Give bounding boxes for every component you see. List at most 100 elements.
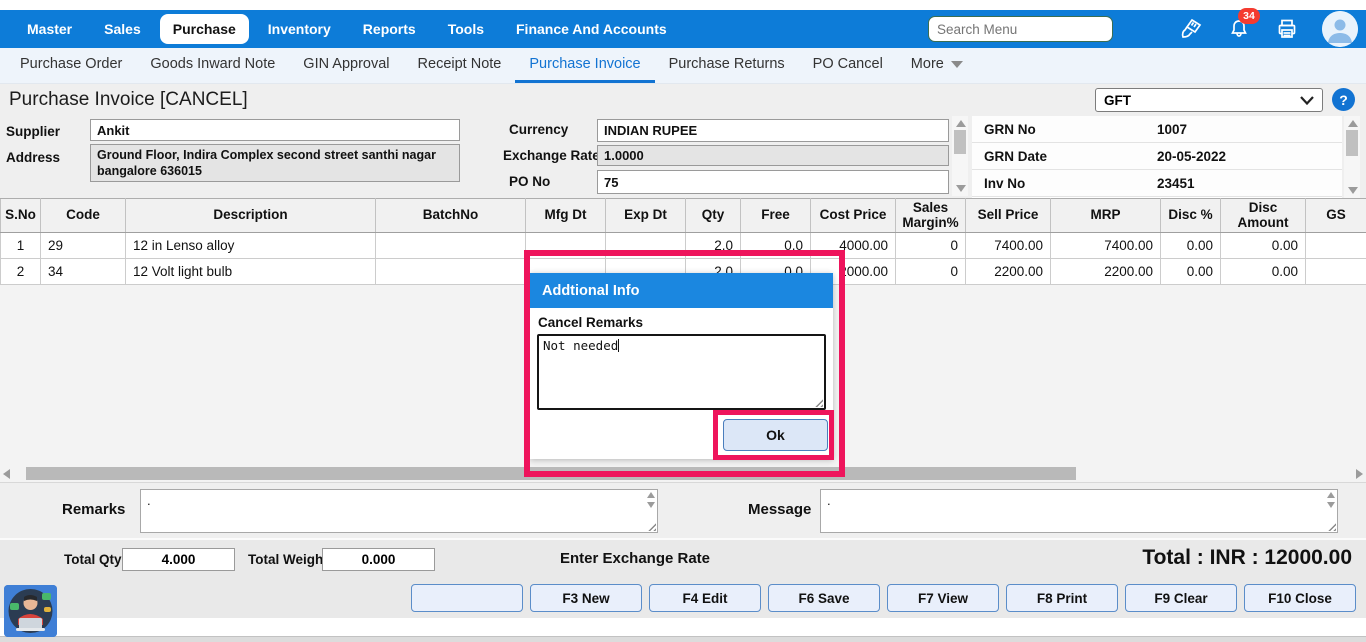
person-icon — [1322, 11, 1358, 47]
col-qty[interactable]: Qty — [686, 199, 741, 233]
cancel-remarks-textarea[interactable]: Not needed — [537, 334, 826, 410]
notifications-button[interactable]: 34 — [1226, 16, 1252, 42]
col-code[interactable]: Code — [41, 199, 126, 233]
subnav-more[interactable]: More — [897, 48, 977, 83]
subnav-purchase-order[interactable]: Purchase Order — [6, 48, 136, 83]
nav-finance-and-accounts[interactable]: Finance And Accounts — [503, 14, 680, 44]
cell-code: 34 — [41, 259, 126, 285]
scroll-down-arrow-icon[interactable] — [956, 185, 966, 192]
currency-label: Currency — [509, 122, 568, 137]
cell-disc-pct: 0.00 — [1161, 259, 1221, 285]
col-free[interactable]: Free — [741, 199, 811, 233]
cell-code: 29 — [41, 233, 126, 259]
scroll-up-arrow-icon[interactable] — [647, 492, 655, 498]
print-button[interactable] — [1274, 16, 1300, 42]
scrollbar-thumb[interactable] — [954, 130, 966, 154]
cell-batchno — [376, 233, 526, 259]
exchange-rate-label: Exchange Rate — [503, 148, 600, 163]
textarea-scroll-buttons[interactable] — [647, 492, 655, 508]
col-cost-price[interactable]: Cost Price — [811, 199, 896, 233]
message-textarea[interactable]: . — [820, 489, 1338, 533]
grn-no-row: GRN No 1007 — [972, 116, 1342, 143]
textarea-scroll-buttons[interactable] — [1327, 492, 1335, 508]
scroll-down-arrow-icon[interactable] — [1327, 502, 1335, 508]
grn-date-row: GRN Date 20-05-2022 — [972, 143, 1342, 170]
currency-field[interactable]: INDIAN RUPEE — [597, 119, 949, 142]
subnav-purchase-returns[interactable]: Purchase Returns — [655, 48, 799, 83]
col-mfg-dt[interactable]: Mfg Dt — [526, 199, 606, 233]
cell-description: 12 in Lenso alloy — [126, 233, 376, 259]
subnav-gin-approval[interactable]: GIN Approval — [289, 48, 403, 83]
col-disc-pct[interactable]: Disc % — [1161, 199, 1221, 233]
f8-print-button[interactable]: F8 Print — [1006, 584, 1118, 612]
nav-sales[interactable]: Sales — [91, 14, 154, 44]
col-disc-amount[interactable]: Disc Amount — [1221, 199, 1306, 233]
scrollbar-thumb[interactable] — [26, 467, 1076, 480]
col-exp-dt[interactable]: Exp Dt — [606, 199, 686, 233]
cell-sell-price: 7400.00 — [966, 233, 1051, 259]
table-row[interactable]: 1 29 12 in Lenso alloy 2.0 0.0 4000.00 0… — [1, 233, 1366, 259]
cell-description: 12 Volt light bulb — [126, 259, 376, 285]
scroll-right-arrow-icon[interactable] — [1356, 469, 1363, 479]
col-sno[interactable]: S.No — [1, 199, 41, 233]
help-button[interactable]: ? — [1332, 88, 1355, 111]
remarks-textarea[interactable]: . — [140, 489, 658, 533]
col-sales-margin[interactable]: Sales Margin% — [896, 199, 966, 233]
col-gst[interactable]: GS — [1306, 199, 1366, 233]
subnav-receipt-note[interactable]: Receipt Note — [404, 48, 516, 83]
subnav-po-cancel[interactable]: PO Cancel — [799, 48, 897, 83]
cell-mfg-dt — [526, 233, 606, 259]
nav-purchase[interactable]: Purchase — [160, 14, 249, 44]
address-label: Address — [6, 150, 60, 165]
f6-save-button[interactable]: F6 Save — [768, 584, 880, 612]
f10-close-button[interactable]: F10 Close — [1244, 584, 1356, 612]
nav-inventory[interactable]: Inventory — [255, 14, 344, 44]
resize-grip-icon[interactable] — [813, 397, 823, 407]
grn-no-value: 1007 — [1157, 122, 1187, 137]
col-mrp[interactable]: MRP — [1051, 199, 1161, 233]
po-no-field[interactable]: 75 — [597, 170, 949, 194]
col-sell-price[interactable]: Sell Price — [966, 199, 1051, 233]
scroll-left-arrow-icon[interactable] — [3, 469, 10, 479]
supplier-field[interactable]: Ankit — [90, 119, 460, 141]
f9-clear-button[interactable]: F9 Clear — [1125, 584, 1237, 612]
form-scrollbar[interactable] — [952, 116, 968, 196]
user-avatar[interactable] — [1322, 11, 1358, 47]
brush-icon — [1179, 17, 1203, 41]
remarks-label: Remarks — [62, 501, 125, 518]
cell-sell-price: 2200.00 — [966, 259, 1051, 285]
inv-no-row: Inv No 23451 — [972, 170, 1342, 197]
nav-master[interactable]: Master — [14, 14, 85, 44]
scroll-up-arrow-icon[interactable] — [956, 120, 966, 127]
scroll-up-arrow-icon[interactable] — [1348, 120, 1358, 127]
scrollbar-thumb[interactable] — [1346, 130, 1358, 156]
resize-grip-icon[interactable] — [1326, 521, 1336, 531]
info-panel-scrollbar[interactable] — [1344, 116, 1360, 198]
nav-tools[interactable]: Tools — [435, 14, 497, 44]
grid-horizontal-scrollbar[interactable] — [0, 466, 1366, 482]
f3-new-button[interactable]: F3 New — [530, 584, 642, 612]
totals-band: Total Qty 4.000 Total Weight 0.000 Enter… — [0, 538, 1366, 578]
ok-button[interactable]: Ok — [723, 419, 828, 451]
scroll-down-arrow-icon[interactable] — [647, 502, 655, 508]
col-description[interactable]: Description — [126, 199, 376, 233]
subnav-purchase-invoice[interactable]: Purchase Invoice — [515, 48, 654, 83]
cell-disc-amount: 0.00 — [1221, 233, 1306, 259]
f7-view-button[interactable]: F7 View — [887, 584, 999, 612]
theme-brush-icon[interactable] — [1178, 16, 1204, 42]
subnav-goods-inward-note[interactable]: Goods Inward Note — [136, 48, 289, 83]
blank-button[interactable] — [411, 584, 523, 612]
support-chat-widget[interactable] — [4, 585, 57, 637]
col-batchno[interactable]: BatchNo — [376, 199, 526, 233]
f4-edit-button[interactable]: F4 Edit — [649, 584, 761, 612]
nav-reports[interactable]: Reports — [350, 14, 429, 44]
scroll-up-arrow-icon[interactable] — [1327, 492, 1335, 498]
resize-grip-icon[interactable] — [646, 521, 656, 531]
company-select[interactable]: GFT — [1095, 88, 1323, 112]
scroll-down-arrow-icon[interactable] — [1348, 187, 1358, 194]
search-menu-input[interactable] — [928, 16, 1113, 42]
remarks-text: . — [147, 493, 151, 508]
po-no-label: PO No — [509, 174, 550, 189]
grn-date-value: 20-05-2022 — [1157, 149, 1226, 164]
message-label: Message — [748, 501, 811, 518]
